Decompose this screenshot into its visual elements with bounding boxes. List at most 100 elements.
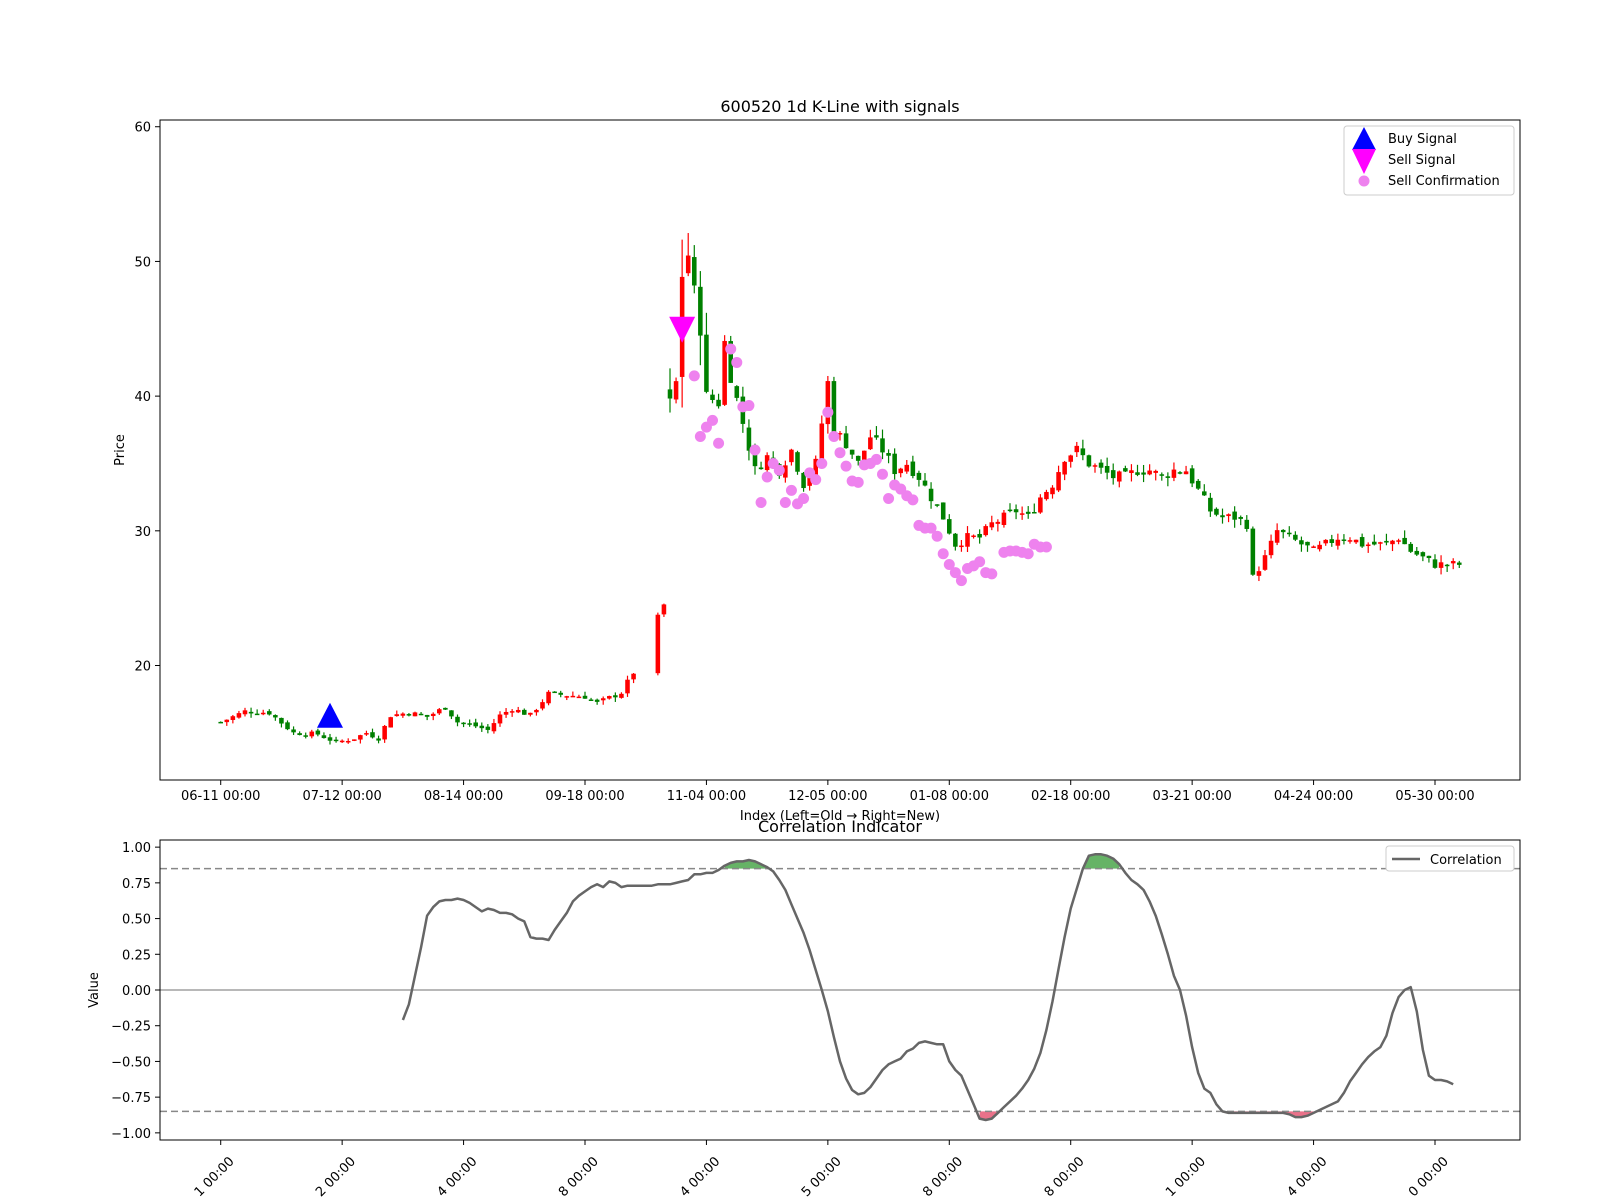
candle-body bbox=[1450, 561, 1456, 564]
candle-body bbox=[1001, 512, 1007, 525]
candle-body bbox=[1025, 511, 1031, 514]
candle-body bbox=[819, 423, 825, 461]
candle-body bbox=[236, 713, 242, 718]
candle-body bbox=[242, 710, 248, 715]
sell-confirmation-point bbox=[834, 447, 846, 459]
candle-body bbox=[874, 435, 879, 438]
sell-confirmation-point bbox=[761, 471, 773, 483]
sell-confirmation-point bbox=[749, 444, 761, 456]
candle-body bbox=[1141, 472, 1146, 475]
candle-body bbox=[248, 711, 254, 714]
candle-body bbox=[1287, 532, 1292, 535]
sell-confirmation-point bbox=[731, 356, 743, 368]
candle-body bbox=[1457, 562, 1462, 565]
candle-body bbox=[1068, 455, 1073, 462]
candle-body bbox=[625, 679, 630, 694]
sell-confirmation-point bbox=[755, 497, 767, 509]
candle-body bbox=[400, 713, 406, 716]
candle-body bbox=[1402, 537, 1407, 545]
candle-body bbox=[594, 699, 600, 702]
candle-body bbox=[934, 504, 940, 506]
candle-body bbox=[424, 714, 430, 717]
correlation-x-ticks: 1 00:00 2 00:00 4 00:00 8 00:00 4 00:00 5 00:… bbox=[192, 1140, 1452, 1200]
candle-body bbox=[1123, 468, 1128, 472]
candle-body bbox=[1444, 564, 1450, 567]
candle-body bbox=[479, 725, 485, 729]
correlation-ytick-label: −0.25 bbox=[111, 1020, 151, 1035]
candle-body bbox=[965, 533, 970, 547]
candle-body bbox=[1414, 550, 1420, 555]
candle-body bbox=[1341, 539, 1347, 541]
candle-body bbox=[412, 712, 418, 717]
candle-body bbox=[1171, 469, 1177, 478]
candle-body bbox=[309, 731, 315, 737]
sell-confirmation-point bbox=[852, 476, 864, 488]
candle-body bbox=[273, 715, 278, 718]
candle-body bbox=[291, 729, 296, 733]
sell-confirmation-point bbox=[828, 431, 840, 443]
candle-body bbox=[886, 453, 891, 456]
correlation-xtick-label: 8 00:00 bbox=[556, 1154, 602, 1200]
correlation-xtick-label: 4 00:00 bbox=[677, 1154, 723, 1200]
candle-body bbox=[898, 468, 903, 474]
legend-buy-label: Buy Signal bbox=[1388, 132, 1457, 147]
candle-body bbox=[1359, 537, 1365, 547]
candle-body bbox=[382, 725, 387, 740]
candle-body bbox=[619, 693, 624, 698]
sell-confirmation-point bbox=[1022, 548, 1034, 560]
sell-confirmation-point bbox=[798, 492, 810, 504]
candle-body bbox=[406, 714, 412, 716]
kline-xtick-label: 05-30 00:00 bbox=[1395, 789, 1474, 804]
correlation-ytick-label: −1.00 bbox=[111, 1127, 151, 1142]
candle-body bbox=[1044, 491, 1049, 500]
candle-body bbox=[1092, 465, 1098, 467]
candle-body bbox=[1050, 487, 1055, 495]
candle-body bbox=[959, 545, 964, 548]
candle-body bbox=[1293, 534, 1298, 540]
legend-confirm-label: Sell Confirmation bbox=[1388, 174, 1500, 189]
candle-body bbox=[1268, 540, 1274, 556]
sell-confirmation-point bbox=[955, 575, 967, 587]
candle-body bbox=[315, 730, 321, 735]
candle-body bbox=[916, 472, 922, 480]
sell-confirmation-point bbox=[986, 568, 998, 580]
correlation-ytick-label: 0.25 bbox=[122, 948, 151, 963]
sell-confirmation-points bbox=[688, 343, 1052, 587]
correlation-ytick-label: 0.50 bbox=[122, 913, 151, 928]
candle-body bbox=[1195, 480, 1201, 489]
candle-body bbox=[1183, 471, 1189, 475]
candle-body bbox=[1202, 491, 1207, 496]
candle-body bbox=[333, 739, 339, 742]
candle-body bbox=[339, 740, 345, 743]
candle-body bbox=[418, 713, 424, 716]
candle-body bbox=[922, 480, 928, 486]
candle-body bbox=[880, 438, 885, 453]
sell-confirmation-point bbox=[725, 343, 737, 355]
candle-body bbox=[667, 389, 673, 399]
candle-body bbox=[1135, 472, 1140, 475]
sell-signal-marker bbox=[669, 316, 696, 343]
kline-xtick-label: 06-11 00:00 bbox=[181, 789, 260, 804]
candle-body bbox=[394, 714, 400, 717]
candle-body bbox=[831, 381, 837, 435]
correlation-xtick-label: 4 00:00 bbox=[1285, 1154, 1331, 1200]
candle-body bbox=[558, 692, 563, 695]
candle-body bbox=[704, 334, 709, 392]
candle-body bbox=[1189, 468, 1195, 484]
sell-confirmation-point bbox=[773, 464, 785, 476]
candle-body bbox=[1256, 571, 1262, 576]
candle-body bbox=[528, 712, 533, 715]
sell-confirmation-point bbox=[713, 437, 725, 449]
candle-body bbox=[443, 707, 448, 710]
correlation-xtick-label: 8 00:00 bbox=[1042, 1154, 1088, 1200]
candle-body bbox=[321, 735, 327, 739]
candle-body bbox=[358, 735, 363, 740]
candle-body bbox=[534, 709, 539, 713]
candle-body bbox=[989, 522, 995, 528]
kline-xtick-label: 12-05 00:00 bbox=[788, 789, 867, 804]
candle-body bbox=[940, 502, 946, 520]
correlation-ytick-label: −0.50 bbox=[111, 1055, 151, 1070]
candle-body bbox=[1280, 529, 1286, 533]
candle-body bbox=[437, 709, 442, 714]
candle-body bbox=[995, 521, 1001, 524]
